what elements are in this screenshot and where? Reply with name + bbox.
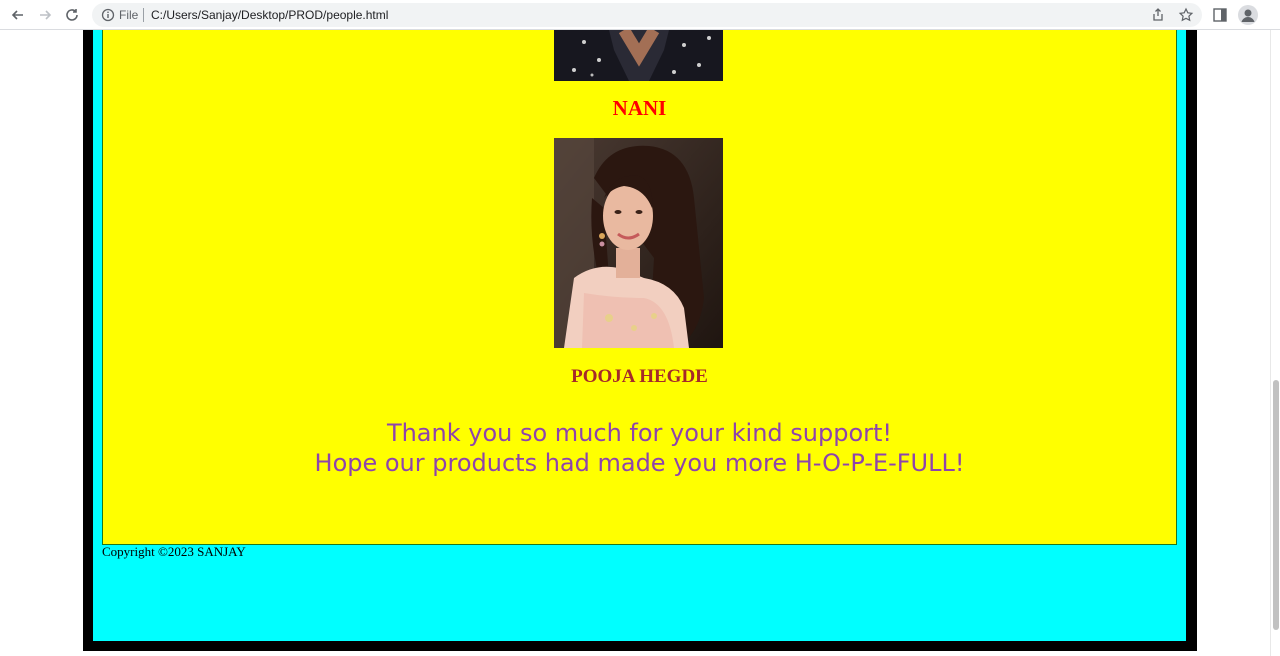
person-name-nani: NANI [612, 96, 667, 120]
address-bar[interactable]: File C:/Users/Sanjay/Desktop/PROD/people… [92, 3, 1202, 27]
page-background: NANI POOJA HEGDE Thank you so much for y… [93, 30, 1186, 641]
profile-avatar[interactable] [1238, 5, 1258, 25]
reload-icon [66, 9, 78, 21]
url-scheme-label: File [119, 8, 139, 22]
page-border: NANI POOJA HEGDE Thank you so much for y… [83, 30, 1197, 651]
thank-you-message: Thank you so much for your kind support!… [103, 418, 1176, 478]
copyright-footer: Copyright ©2023 SANJAY [102, 544, 246, 559]
scrollbar-thumb[interactable] [1273, 380, 1279, 630]
arrow-right-icon [40, 10, 52, 20]
info-icon[interactable] [100, 7, 116, 23]
nani-portrait [554, 30, 723, 81]
content-panel: NANI POOJA HEGDE Thank you so much for y… [102, 30, 1177, 545]
pooja-hegde-portrait [554, 138, 723, 348]
person-icon [1241, 9, 1255, 22]
person-name-pooja-hegde: POOJA HEGDE [571, 366, 708, 387]
side-panel-icon[interactable] [1212, 7, 1228, 23]
forward-button[interactable] [35, 5, 55, 25]
vertical-scrollbar[interactable] [1270, 30, 1280, 656]
url-text[interactable]: C:/Users/Sanjay/Desktop/PROD/people.html [151, 7, 388, 23]
photo-nani [554, 30, 723, 81]
browser-toolbar: File C:/Users/Sanjay/Desktop/PROD/people… [0, 0, 1280, 30]
photo-pooja-hegde [554, 138, 723, 348]
back-button[interactable] [8, 5, 28, 25]
thank-you-line-1: Thank you so much for your kind support! [386, 419, 893, 447]
share-icon[interactable] [1150, 7, 1166, 23]
arrow-left-icon [11, 10, 23, 20]
url-separator [143, 8, 144, 22]
thank-you-line-2: Hope our products had made you more H-O-… [314, 449, 965, 477]
reload-button[interactable] [62, 5, 82, 25]
star-icon[interactable] [1178, 7, 1194, 23]
